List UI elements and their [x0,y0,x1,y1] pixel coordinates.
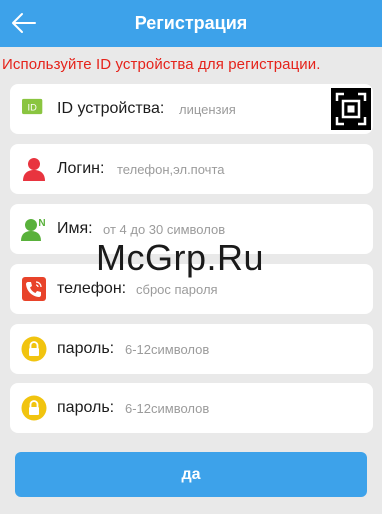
login-label: Логин: [57,160,105,177]
login-row: Логин: [10,144,373,194]
name-row: N Имя: [10,204,373,254]
password-confirm-input[interactable] [125,395,360,421]
password-input[interactable] [125,336,360,362]
phone-row: телефон: [10,264,373,314]
phone-icon [22,277,46,301]
phone-input[interactable] [136,276,361,302]
lock-icon [21,395,47,421]
device-id-input[interactable] [179,96,324,122]
submit-button[interactable]: да [15,452,367,497]
svg-text:ID: ID [27,103,37,113]
device-id-row: ID ID устройства: [10,84,373,134]
name-input[interactable] [103,216,353,242]
id-badge-icon: ID [22,98,43,115]
device-id-label: ID устройства: [57,100,165,117]
password-confirm-label: пароль: [57,399,115,416]
user-icon [23,158,45,181]
phone-label: телефон: [57,280,127,297]
login-input[interactable] [117,156,357,182]
name-label: Имя: [57,220,93,237]
password-confirm-row: пароль: [10,383,373,433]
password-row: пароль: [10,324,373,374]
registration-notice: Используйте ID устройства для регистраци… [2,56,321,73]
top-bar: Регистрация [0,0,382,47]
page-title: Регистрация [134,13,248,33]
user-name-icon: N [21,218,46,241]
lock-icon [21,336,47,362]
svg-text:N: N [38,218,45,229]
qr-scan-icon [331,88,371,130]
password-label: пароль: [57,340,115,357]
qr-scan-button[interactable] [331,88,371,130]
